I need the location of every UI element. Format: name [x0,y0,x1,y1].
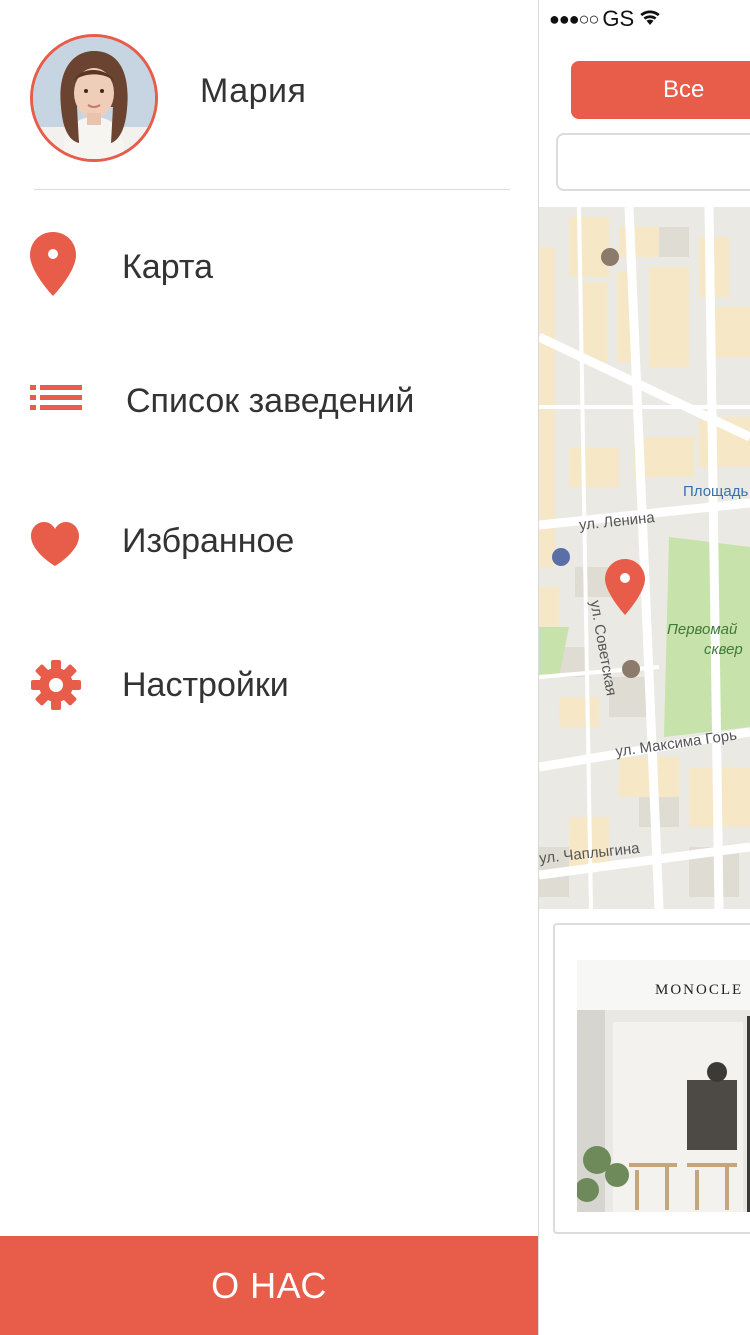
map-label-park-line1: Первомай [667,621,738,638]
menu-label-favorites: Избранное [122,522,295,560]
place-card[interactable]: MONOCLE [553,923,750,1234]
place-photo: MONOCLE [577,960,750,1212]
storefront-sign: MONOCLE [655,982,744,998]
map-marker-icon[interactable] [603,557,647,617]
carrier-name: GS [602,6,635,31]
avatar[interactable] [30,34,158,162]
gear-icon [28,658,84,714]
wifi-icon [638,6,662,32]
menu-item-places-list[interactable]: Список заведений [0,352,538,452]
status-bar: ●●●○○ GS [549,6,662,32]
drawer-edge-divider [538,0,539,1335]
signal-dots: ●●●○○ [549,8,599,29]
menu-label-settings: Настройки [122,666,289,704]
menu-label-places-list: Список заведений [126,382,415,420]
navigation-drawer: Мария Карта Список заведений Избранное Н… [0,0,538,1335]
heart-icon [28,520,84,570]
user-name: Мария [200,72,307,110]
menu-item-favorites[interactable]: Избранное [0,492,538,592]
list-icon [28,382,84,422]
map-pin-icon [28,230,84,300]
profile-header: Мария [0,0,538,190]
main-screen: ●●●○○ GS Все Площадь ул. Ленина ул. Сове… [539,0,750,1335]
menu-item-settings[interactable]: Настройки [0,636,538,736]
about-button[interactable]: О НАС [0,1236,538,1335]
avatar-photo-icon [33,37,155,159]
menu-item-map[interactable]: Карта [0,218,538,318]
map-label-square: Площадь [683,483,749,500]
menu-label-map: Карта [122,248,213,286]
profile-divider [34,189,510,190]
search-input[interactable] [556,133,750,191]
filter-all-button[interactable]: Все [571,61,750,119]
map-label-park-line2: сквер [704,641,743,658]
map-view[interactable]: Площадь ул. Ленина ул. Советская Первома… [539,207,750,909]
